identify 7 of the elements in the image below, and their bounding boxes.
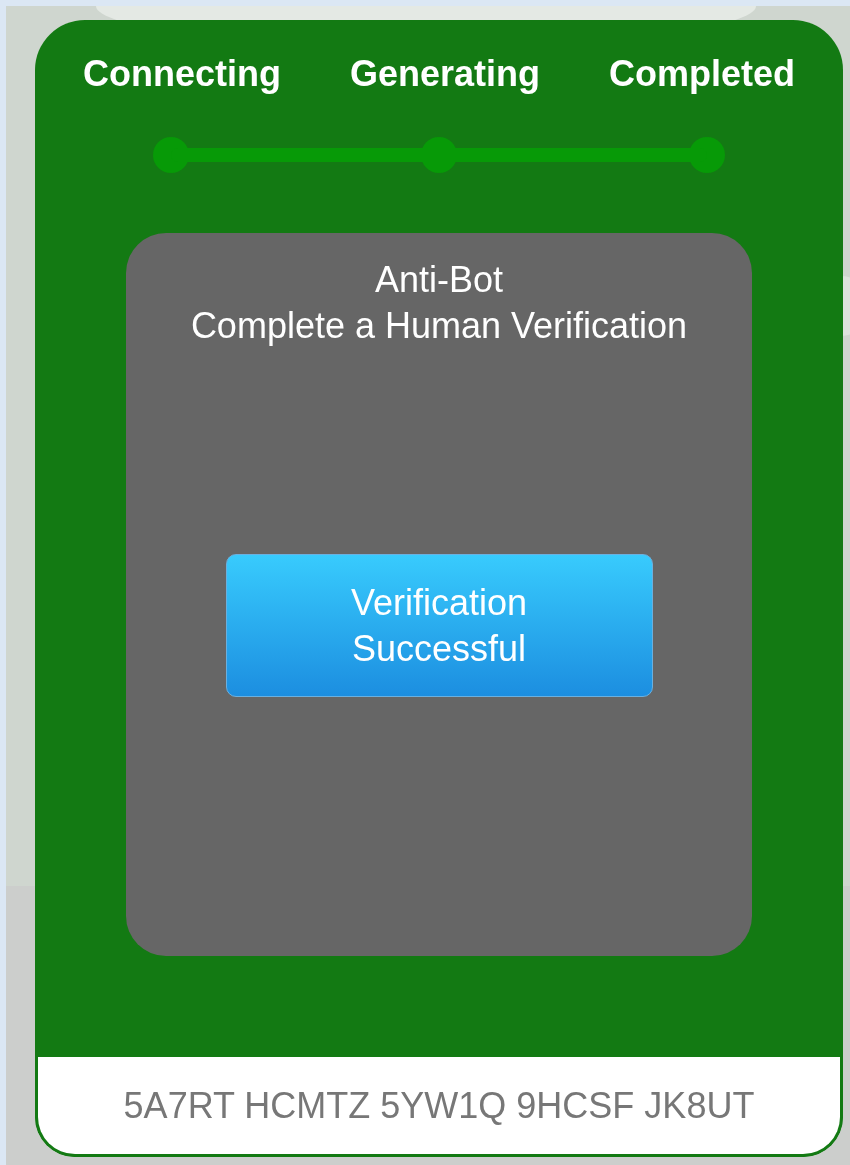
panel-subtitle: Complete a Human Verification xyxy=(190,304,688,348)
step-label: Connecting xyxy=(83,52,281,96)
gift-card-code: 5A7RT HCMTZ 5YW1Q 9HCSF JK8UT xyxy=(123,1084,755,1127)
step-label: Generating xyxy=(349,52,540,96)
step-label: Completed xyxy=(608,52,795,96)
panel-title: Anti-Bot xyxy=(374,258,504,302)
verification-button[interactable]: Verification Successful xyxy=(225,554,653,697)
